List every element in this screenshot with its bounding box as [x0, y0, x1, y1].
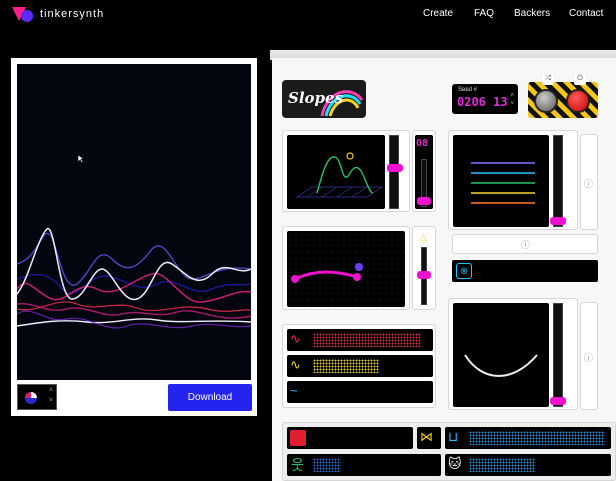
- smile-toggle[interactable]: ⓘ: [580, 302, 598, 410]
- curve-graphic: [291, 263, 363, 283]
- counter-slider-handle[interactable]: [417, 197, 431, 205]
- randomize-button[interactable]: [534, 89, 558, 113]
- peaks-slider-handle[interactable]: [387, 164, 403, 172]
- palette-selector[interactable]: ˄ ˅: [17, 384, 57, 410]
- cat-row[interactable]: 🐱︎: [445, 454, 611, 476]
- chevron-up-icon[interactable]: ˄: [49, 387, 53, 394]
- power-button[interactable]: [566, 89, 590, 113]
- smile-screen: [453, 303, 549, 407]
- seed-down-icon[interactable]: ˅: [510, 101, 514, 107]
- smile-card: [448, 298, 578, 410]
- smile-graphic: [464, 354, 538, 377]
- cup-row[interactable]: ⊔: [445, 427, 611, 449]
- peaks-card: [282, 130, 410, 212]
- nav-link-contact[interactable]: Contact: [569, 8, 603, 19]
- hazard-panel: ⤮ ⏻: [528, 75, 598, 118]
- swap-icon: ⤮: [542, 75, 554, 85]
- title-sticker: Slopes: [282, 80, 366, 118]
- artwork-canvas: [16, 64, 252, 380]
- lines-card: [448, 130, 578, 230]
- seed-up-icon[interactable]: ˄: [510, 93, 514, 99]
- person-row-meter: [313, 458, 341, 472]
- waveform-row-1[interactable]: ∿: [287, 329, 433, 351]
- waveform-row-2[interactable]: ∿: [287, 355, 433, 377]
- zigzag-icon: ∿: [290, 357, 301, 372]
- twist-icon: ⋈: [420, 429, 433, 444]
- curve-xy-pad[interactable]: [287, 231, 405, 307]
- info-icon: ⓘ: [584, 179, 594, 189]
- palette-swatch-icon: [25, 392, 37, 404]
- peaks-slider[interactable]: [389, 135, 399, 209]
- person-row[interactable]: 웃: [287, 454, 441, 476]
- cube-icon: [290, 430, 306, 446]
- smile-slider[interactable]: [553, 303, 563, 407]
- cup-row-meter: [469, 431, 605, 445]
- brand-name[interactable]: tinkersynth: [40, 8, 104, 20]
- cube-row[interactable]: [287, 427, 413, 449]
- seed-value[interactable]: 0206 13: [457, 95, 508, 109]
- smile-slider-handle[interactable]: [550, 397, 566, 405]
- nav-link-faq[interactable]: FAQ: [474, 8, 494, 19]
- lines-toggle[interactable]: ⓘ: [580, 134, 598, 230]
- person-icon: 웃: [291, 457, 304, 473]
- cursor-icon: [77, 154, 85, 164]
- machine-title: Slopes: [288, 89, 344, 107]
- peaks-graphic: [295, 152, 384, 198]
- lines-slider[interactable]: [553, 135, 563, 227]
- cat-row-meter: [469, 458, 535, 472]
- wave-icon: ~: [290, 383, 298, 398]
- twist-button[interactable]: ⋈: [417, 427, 441, 449]
- fingerprint-icon: ֍: [456, 263, 472, 279]
- cat-icon: 🐱︎: [448, 456, 462, 471]
- triangle-slider-handle[interactable]: [417, 271, 431, 279]
- counter-card: 08: [412, 130, 436, 212]
- triangle-icon: △: [420, 232, 427, 242]
- output-panel: ˄ ˅ Download: [11, 58, 257, 416]
- squiggle-icon: ∿: [290, 331, 301, 346]
- triangle-slider-card: △: [412, 226, 436, 310]
- nav-link-create[interactable]: Create: [423, 8, 453, 19]
- artwork-waves: [16, 228, 252, 329]
- power-icon: ⏻: [574, 75, 586, 85]
- lines-slider-handle[interactable]: [550, 217, 566, 225]
- info-icon: ⓘ: [521, 240, 531, 250]
- curve-card: [282, 226, 410, 310]
- waveform-row-1-meter: [313, 333, 421, 347]
- info-icon: ⓘ: [584, 353, 594, 363]
- seed-display[interactable]: Seed # 0206 13 ˄ ˅: [452, 84, 518, 114]
- cup-icon: ⊔: [448, 429, 459, 444]
- waveform-row-3[interactable]: ~: [287, 381, 433, 403]
- fingerprint-row[interactable]: ֍: [452, 260, 598, 282]
- seed-label: Seed #: [458, 87, 478, 93]
- peaks-screen: [287, 135, 385, 209]
- counter-value: 08: [416, 138, 429, 149]
- top-nav: tinkersynth Create FAQ Backers Contact: [0, 0, 616, 30]
- download-button[interactable]: Download: [168, 384, 252, 411]
- balance-slider[interactable]: ⓘ: [452, 234, 598, 254]
- lines-graphic: [471, 162, 535, 204]
- bottom-panel: ⋈ ⊔ 웃 🐱︎: [282, 422, 616, 481]
- chevron-down-icon[interactable]: ˅: [49, 397, 53, 404]
- nav-link-backers[interactable]: Backers: [514, 8, 550, 19]
- waveform-card: ∿ ∿ ~: [282, 324, 436, 408]
- synth-machine: Slopes Seed # 0206 13 ˄ ˅ ⤮ ⏻ 08 △ ∿ ∿ ~…: [272, 58, 616, 481]
- lines-screen: [453, 135, 549, 227]
- logo-icon[interactable]: [12, 7, 36, 23]
- waveform-row-2-meter: [313, 359, 379, 373]
